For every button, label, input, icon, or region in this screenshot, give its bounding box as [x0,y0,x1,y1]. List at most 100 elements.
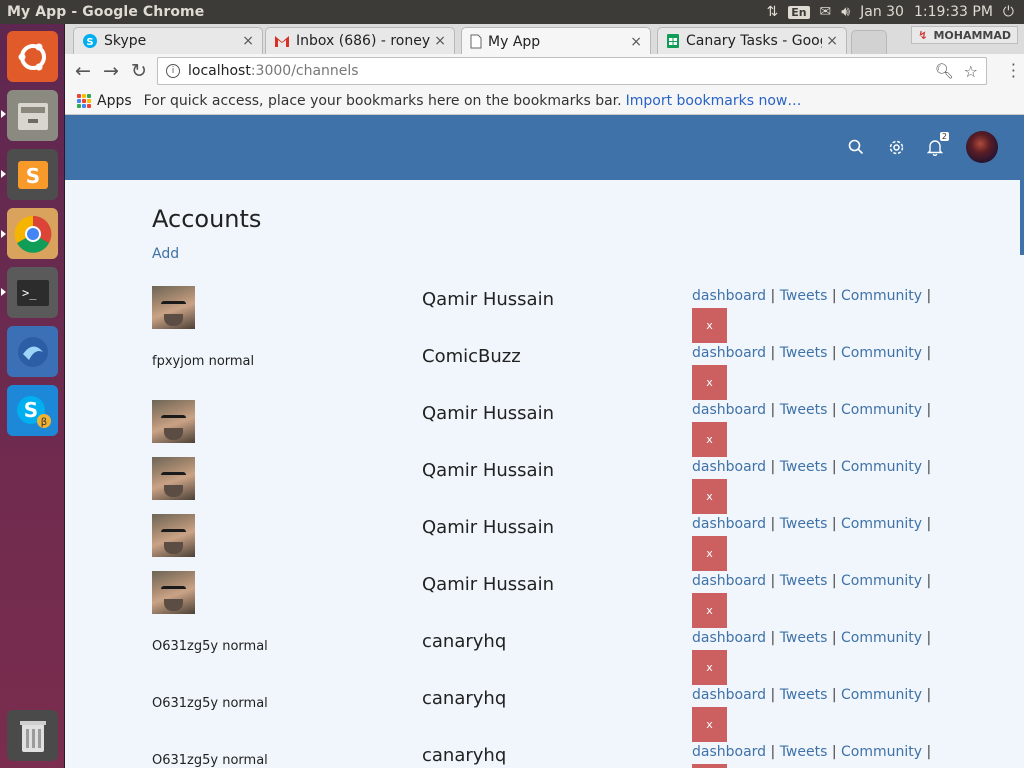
delete-account-button[interactable]: x [692,593,727,628]
terminal-icon[interactable]: >_ [7,267,58,318]
mail-icon[interactable]: ✉ [820,4,832,20]
power-icon[interactable]: ⏻ [1003,4,1014,20]
tab-canary-tasks[interactable]: Canary Tasks - Goog × [657,27,847,54]
community-link[interactable]: Community [841,402,922,418]
tweets-link[interactable]: Tweets [780,573,828,589]
running-indicator [1,230,6,238]
sublime-text-icon[interactable]: S [7,149,58,200]
close-icon[interactable]: × [242,33,254,49]
chrome-icon[interactable] [7,208,58,259]
page-scrollbar[interactable] [1020,180,1024,255]
delete-account-button[interactable]: x [692,707,727,742]
community-link[interactable]: Community [841,687,922,703]
link-separator: | [831,573,837,589]
time-indicator[interactable]: 1:19:33 PM [914,4,993,20]
date-indicator[interactable]: Jan 30 [860,4,904,20]
apps-shortcut[interactable]: Apps [97,93,132,109]
info-icon[interactable]: i [166,64,180,78]
apps-icon[interactable] [77,94,91,108]
search-icon[interactable] [846,137,866,157]
dashboard-link[interactable]: dashboard [692,402,766,418]
settings-gear-icon[interactable] [886,137,906,157]
link-separator: | [770,345,776,361]
tweets-link[interactable]: Tweets [780,345,828,361]
dashboard-link[interactable]: dashboard [692,744,766,760]
tab-strip: S Skype × Inbox (686) - roneys × My App … [65,24,1024,55]
forward-icon[interactable]: → [97,57,125,85]
tweets-link[interactable]: Tweets [780,630,828,646]
delete-account-button[interactable]: x [692,536,727,571]
account-handle: fpxyjom normal [152,354,255,369]
files-icon[interactable] [7,90,58,141]
notifications-bell-icon[interactable]: 2 [925,132,949,157]
skype-icon[interactable]: Sβ [7,385,58,436]
close-icon[interactable]: × [826,33,838,49]
page-title: Accounts [152,205,262,233]
keyboard-layout-indicator[interactable]: En [788,5,810,19]
dashboard-link[interactable]: dashboard [692,687,766,703]
tweets-link[interactable]: Tweets [780,516,828,532]
account-row: Qamir Hussain dashboard | Tweets | Commun… [152,286,982,343]
dashboard-link[interactable]: dashboard [692,573,766,589]
account-avatar [152,286,195,329]
delete-account-button[interactable]: x [692,365,727,400]
profile-name: MOHAMMAD [933,28,1011,42]
delete-account-button[interactable]: x [692,764,727,768]
tweets-link[interactable]: Tweets [780,459,828,475]
back-icon[interactable]: ← [69,57,97,85]
delete-account-button[interactable]: x [692,650,727,685]
link-separator: | [926,402,932,418]
account-row: Qamir Hussain dashboard | Tweets | Commun… [152,514,982,571]
account-handle: O631zg5y normal [152,753,268,768]
dashboard-link[interactable]: dashboard [692,345,766,361]
web-page: 2 Accounts Add Qamir Hussain dashboard | … [65,115,1024,768]
tab-title: My App [488,33,541,50]
volume-icon[interactable]: 🔊︎ [841,4,850,20]
delete-account-button[interactable]: x [692,308,727,343]
ubuntu-dash-icon[interactable] [7,31,58,82]
dashboard-link[interactable]: dashboard [692,516,766,532]
close-icon[interactable]: × [434,33,446,49]
tab-my-app[interactable]: My App × [461,27,651,55]
svg-text:S: S [25,164,39,188]
trash-icon[interactable] [7,710,58,761]
import-bookmarks-link[interactable]: Import bookmarks now… [626,93,802,109]
sheets-icon [667,34,679,48]
tweets-link[interactable]: Tweets [780,402,828,418]
add-account-link[interactable]: Add [152,246,179,262]
community-link[interactable]: Community [841,516,922,532]
profile-button[interactable]: ↯ MOHAMMAD [911,26,1018,44]
bookmark-star-icon[interactable]: ☆ [964,62,978,81]
dashboard-link[interactable]: dashboard [692,459,766,475]
new-tab-button[interactable] [851,30,887,54]
community-link[interactable]: Community [841,459,922,475]
address-bar[interactable]: i localhost:3000/channels 🔍︎ ☆ [157,57,987,85]
sort-icon[interactable]: ⇅ [766,4,778,20]
tab-inbox[interactable]: Inbox (686) - roneys × [265,27,455,54]
delete-account-button[interactable]: x [692,422,727,457]
community-link[interactable]: Community [841,345,922,361]
community-link[interactable]: Community [841,744,922,760]
account-row: O631zg5y normal canaryhq dashboard | Tweet… [152,628,982,685]
user-avatar-menu[interactable] [966,131,998,163]
close-icon[interactable]: × [630,34,642,50]
link-separator: | [831,630,837,646]
community-link[interactable]: Community [841,630,922,646]
browser-toolbar: ← → ↻ i localhost:3000/channels 🔍︎ ☆ · · · [65,54,1024,88]
delete-account-button[interactable]: x [692,479,727,514]
tweets-link[interactable]: Tweets [780,288,828,304]
dashboard-link[interactable]: dashboard [692,288,766,304]
dashboard-link[interactable]: dashboard [692,630,766,646]
reload-icon[interactable]: ↻ [125,57,153,85]
profile-icon: ↯ [918,28,928,42]
chrome-menu-icon[interactable]: · · · [1011,57,1016,85]
tweets-link[interactable]: Tweets [780,744,828,760]
link-separator: | [926,516,932,532]
thunderbird-icon[interactable] [7,326,58,377]
community-link[interactable]: Community [841,288,922,304]
tab-skype[interactable]: S Skype × [73,27,263,54]
tweets-link[interactable]: Tweets [780,687,828,703]
community-link[interactable]: Community [841,573,922,589]
running-indicator [1,170,6,178]
zoom-icon[interactable]: 🔍︎ [935,62,954,80]
